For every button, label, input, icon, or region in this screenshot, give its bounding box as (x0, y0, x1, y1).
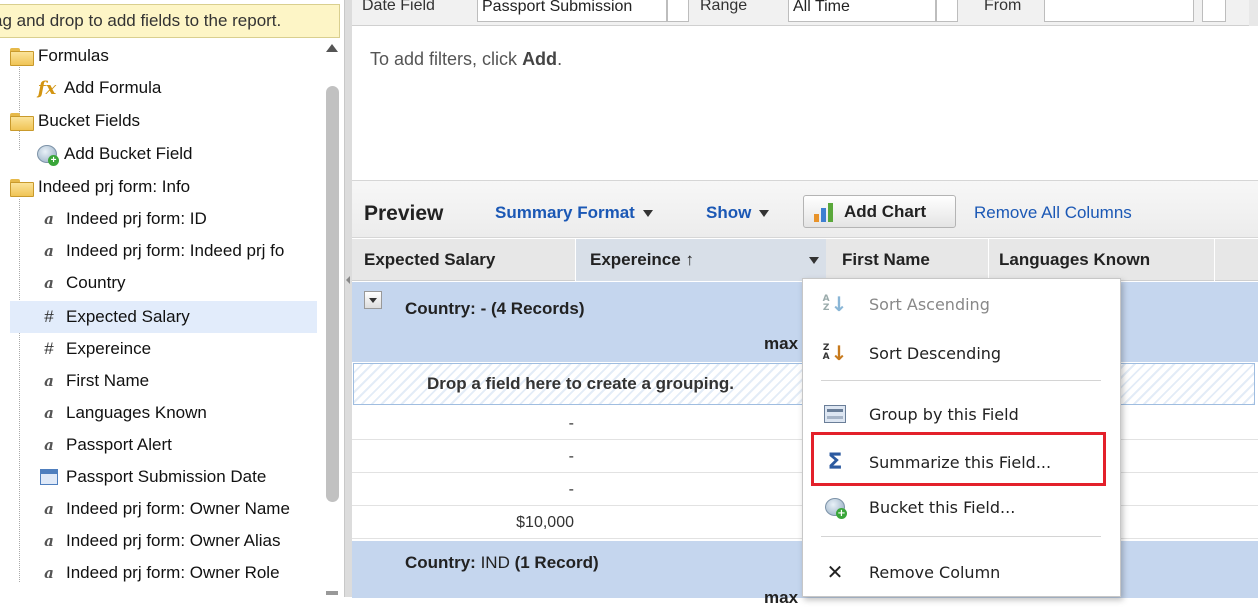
column-header-row: Expected Salary Expereince ↑ First Name … (352, 239, 1258, 281)
number-field-icon: # (44, 339, 54, 358)
folder-icon (10, 45, 34, 67)
add-chart-button[interactable]: Add Chart (803, 195, 956, 228)
scroll-thumb[interactable] (326, 86, 339, 502)
column-header-expected-salary[interactable]: Expected Salary (364, 239, 495, 281)
column-header-first-name[interactable]: First Name (842, 239, 930, 281)
text-field-icon: a (44, 242, 54, 260)
field-panel: ag and drop to add fields to the report.… (0, 0, 344, 597)
tree-field-owner-role[interactable]: a Indeed prj form: Owner Role (38, 557, 279, 589)
summary-label: max (764, 588, 799, 607)
tree-field-owner-alias[interactable]: a Indeed prj form: Owner Alias (38, 525, 280, 557)
drag-hint: ag and drop to add fields to the report. (0, 4, 340, 38)
menu-item-sort-descending[interactable]: Z A ↓ Sort Descending (803, 331, 1120, 375)
window-scrollbar[interactable] (1249, 0, 1258, 26)
scroll-up-arrow-icon[interactable] (326, 44, 338, 52)
text-field-icon: a (44, 210, 54, 228)
sort-descending-icon: Z A ↓ (822, 341, 848, 365)
field-panel-scrollbar[interactable] (323, 40, 341, 597)
filters-area: To add filters, click Add. (352, 26, 1258, 180)
text-field-icon: a (44, 404, 54, 422)
date-field-dropdown-button[interactable] (667, 0, 689, 22)
sort-ascending-icon: A Z ↓ (822, 292, 848, 316)
highlight-annotation-box (811, 432, 1106, 486)
collapse-arrow-icon[interactable] (346, 276, 350, 284)
text-field-icon: a (44, 436, 54, 454)
chevron-down-icon (759, 210, 770, 218)
collapse-group-button[interactable] (364, 291, 382, 309)
date-field-select[interactable]: Passport Submission (477, 0, 667, 22)
summary-format-menu[interactable]: Summary Format (495, 203, 653, 223)
folder-icon (10, 176, 34, 198)
menu-item-bucket-field[interactable]: Bucket this Field... (803, 485, 1120, 529)
tree-folder-formulas[interactable]: Formulas (10, 40, 109, 72)
group-label: Country: IND (1 Record) (405, 553, 599, 572)
column-header-languages-known[interactable]: Languages Known (999, 239, 1150, 281)
range-label: Range (700, 0, 748, 14)
menu-item-remove-column[interactable]: ✕ Remove Column (803, 550, 1120, 594)
chevron-down-icon (809, 257, 819, 265)
tree-field-indeed-prj-form-id[interactable]: a Indeed prj form: ID (38, 203, 207, 235)
preview-toolbar: Preview Summary Format Show Add Chart Re… (352, 181, 1258, 238)
range-select[interactable]: All Time (788, 0, 936, 22)
text-field-icon: a (44, 532, 54, 550)
text-field-icon: a (44, 500, 54, 518)
show-menu[interactable]: Show (706, 203, 770, 223)
group-label: Country: - (4 Records) (405, 299, 585, 318)
remove-all-columns-link[interactable]: Remove All Columns (974, 203, 1132, 223)
text-field-icon: a (44, 274, 54, 292)
tree-field-first-name[interactable]: a First Name (38, 365, 149, 397)
tree-field-expected-salary[interactable]: # Expected Salary (10, 301, 317, 333)
date-field-label: Date Field (362, 0, 435, 14)
group-icon (823, 402, 847, 426)
column-menu-button[interactable] (802, 239, 826, 281)
calendar-icon[interactable] (1202, 0, 1226, 22)
summary-label: max (764, 334, 799, 353)
tree-field-expereince[interactable]: # Expereince (38, 333, 151, 365)
tree-field-languages-known[interactable]: a Languages Known (38, 397, 207, 429)
add-filter-link[interactable]: Add (522, 49, 557, 69)
date-field-icon (38, 466, 60, 488)
menu-item-group-by-field[interactable]: Group by this Field (803, 392, 1120, 436)
range-dropdown-button[interactable] (936, 0, 958, 22)
tree-folder-bucket-fields[interactable]: Bucket Fields (10, 105, 140, 137)
tree-field-indeed-prj-form-name[interactable]: a Indeed prj form: Indeed prj fo (38, 235, 284, 267)
bar-chart-icon (812, 202, 836, 222)
tree-folder-indeed-prj-form-info[interactable]: Indeed prj form: Info (10, 171, 190, 203)
text-field-icon: a (44, 372, 54, 390)
from-date-input[interactable] (1044, 0, 1194, 22)
text-field-icon: a (44, 564, 54, 582)
tree-item-add-bucket-field[interactable]: Add Bucket Field (36, 138, 193, 170)
filters-hint: To add filters, click Add. (370, 49, 563, 69)
number-field-icon: # (44, 307, 54, 326)
chevron-down-icon (642, 210, 653, 218)
menu-item-sort-ascending[interactable]: A Z ↓ Sort Ascending (803, 282, 1120, 326)
preview-title: Preview (364, 202, 444, 225)
formula-icon: fx (37, 77, 57, 99)
scroll-down-arrow-icon[interactable] (326, 591, 338, 595)
folder-icon (10, 110, 34, 132)
tree-field-passport-alert[interactable]: a Passport Alert (38, 429, 172, 461)
bucket-icon (36, 143, 59, 166)
close-icon: ✕ (826, 560, 844, 584)
bucket-icon (823, 495, 847, 519)
tree-field-passport-submission-date[interactable]: Passport Submission Date (38, 461, 266, 493)
panel-splitter[interactable] (344, 0, 352, 597)
filter-bar: Date Field Passport Submission Range All… (352, 0, 1258, 26)
tree-field-owner-name[interactable]: a Indeed prj form: Owner Name (38, 493, 290, 525)
tree-field-country[interactable]: a Country (38, 267, 125, 299)
from-label: From (984, 0, 1022, 14)
tree-item-add-formula[interactable]: fx Add Formula (36, 72, 162, 104)
column-header-expereince[interactable]: Expereince ↑ (576, 239, 802, 281)
